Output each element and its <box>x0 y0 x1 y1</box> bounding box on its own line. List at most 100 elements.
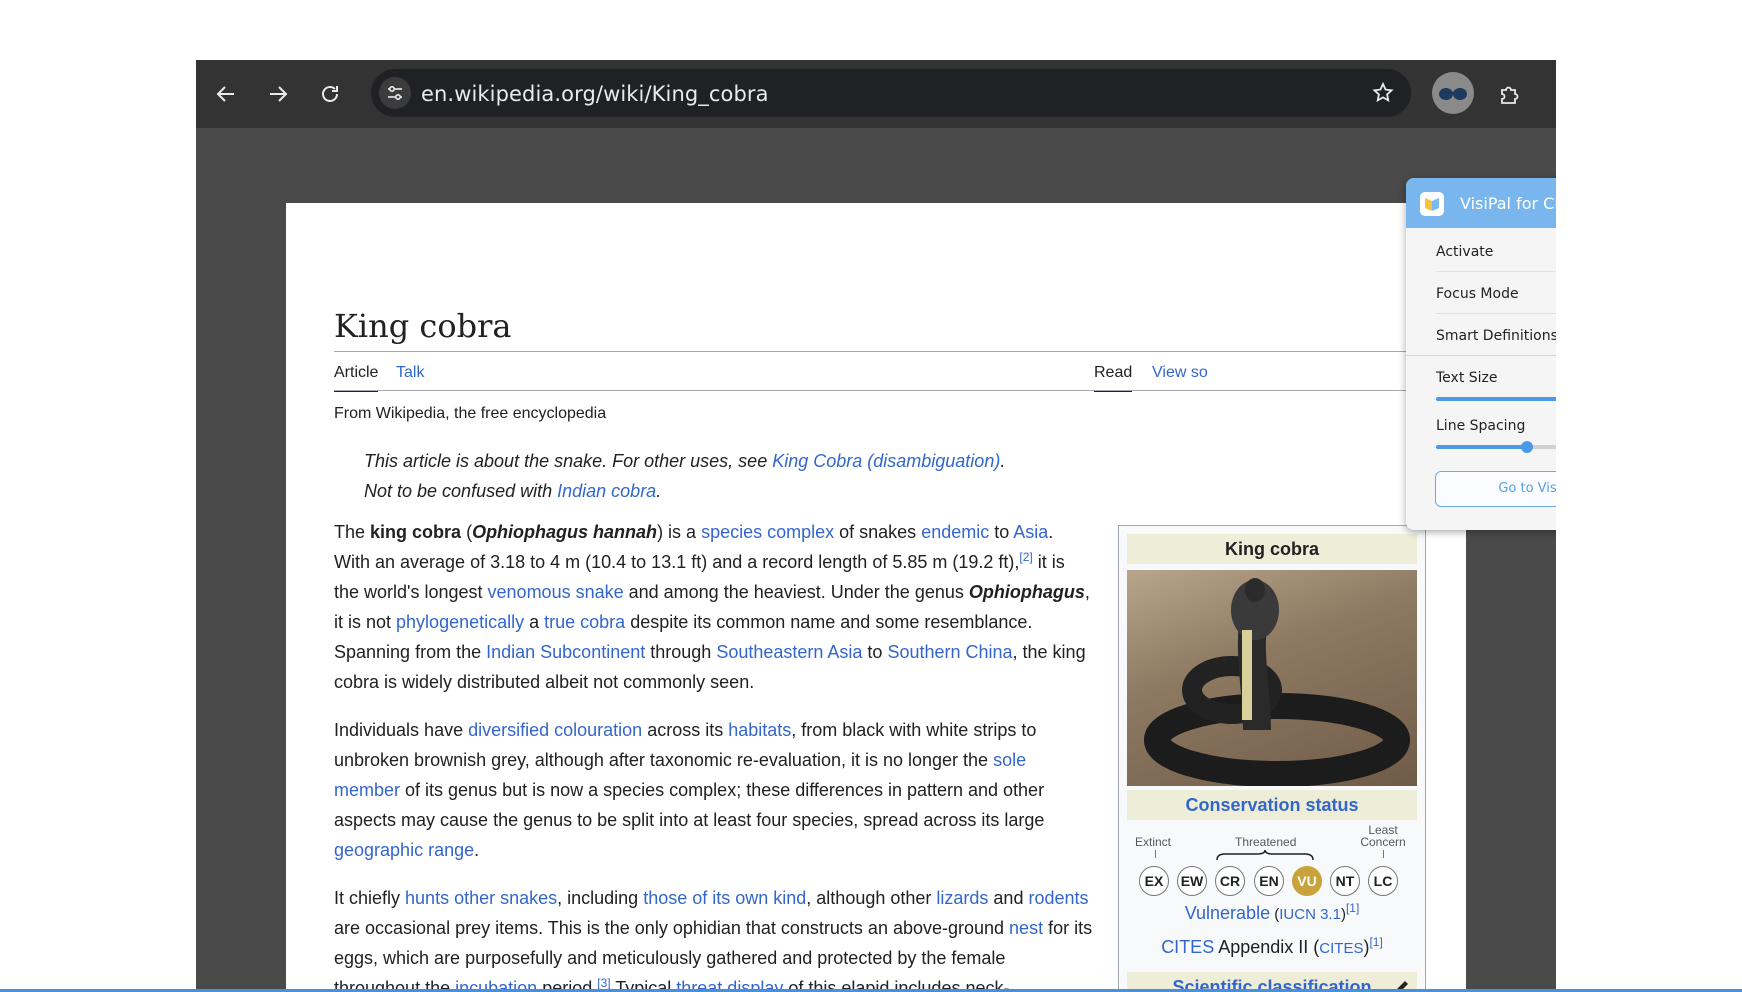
address-bar[interactable]: en.wikipedia.org/wiki/King_cobra <box>371 69 1411 117</box>
tab-article[interactable]: Article <box>334 364 379 392</box>
tabs-divider <box>334 390 1434 391</box>
tab-talk[interactable]: Talk <box>396 364 424 382</box>
cites-ref-link[interactable]: CITES <box>1319 940 1363 957</box>
tagline: From Wikipedia, the free encyclopedia <box>334 405 607 422</box>
article-link[interactable]: Indian Subcontinent <box>486 642 645 662</box>
article-link[interactable]: [2] <box>1019 550 1032 564</box>
article-text: of snakes <box>834 522 922 542</box>
smart-definitions-label: Smart Definitions <box>1436 328 1556 344</box>
focus-mode-label: Focus Mode <box>1436 286 1519 302</box>
indian-cobra-link[interactable]: Indian cobra <box>557 481 656 501</box>
cites-link[interactable]: CITES <box>1161 937 1214 957</box>
article-link[interactable]: nest <box>1009 918 1043 938</box>
tune-icon <box>388 85 402 101</box>
threatened-label: Threatened <box>1235 835 1297 849</box>
popup-divider <box>1406 355 1556 356</box>
article-link[interactable]: lizards <box>936 888 988 908</box>
focus-mode-row: Focus Mode <box>1436 272 1556 314</box>
article-link[interactable]: diversified colouration <box>468 720 642 740</box>
article-link[interactable]: phylogenetically <box>396 612 524 632</box>
article-text: are occasional prey items. This is the o… <box>334 918 1010 938</box>
article-link[interactable]: Asia <box>1013 522 1048 542</box>
article-title: King cobra <box>334 307 512 345</box>
arrow-right-icon <box>270 86 288 102</box>
article-link[interactable]: true cobra <box>544 612 625 632</box>
slider-handle[interactable] <box>1521 441 1534 453</box>
reference-link[interactable]: [1] <box>1369 935 1382 949</box>
reference-link[interactable]: [1] <box>1346 901 1359 915</box>
arrow-left-icon <box>216 86 234 102</box>
king-cobra-photo[interactable] <box>1127 570 1417 786</box>
article-text: Individuals have <box>334 720 469 740</box>
article-text: of its genus but is now a species comple… <box>334 780 1045 830</box>
site-info-button[interactable] <box>379 77 411 109</box>
visipal-popup: VisiPal for Chrome Activate Focus Mode S… <box>1406 178 1556 530</box>
popup-header: VisiPal for Chrome <box>1406 178 1556 228</box>
hatnote: Not to be confused with Indian cobra. <box>364 481 661 502</box>
article-link[interactable]: species complex <box>701 522 834 542</box>
iucn-ex-button[interactable]: EX <box>1139 866 1169 896</box>
visipal-extension-button[interactable] <box>1432 72 1474 114</box>
article-text: king cobra <box>370 522 462 542</box>
iucn-ew-button[interactable]: EW <box>1177 866 1207 896</box>
line-spacing-slider[interactable] <box>1436 441 1556 453</box>
article-link[interactable]: [3] <box>597 976 610 990</box>
article-text: , although other <box>806 888 937 908</box>
article-link[interactable]: geographic range <box>334 840 474 860</box>
vulnerable-link[interactable]: Vulnerable <box>1185 903 1270 923</box>
article-text: The <box>334 522 371 542</box>
visipal-logo-icon <box>1420 192 1444 216</box>
iucn-nt-button[interactable]: NT <box>1330 866 1360 896</box>
wikipedia-page: King cobra Article Talk Read View so Fro… <box>286 203 1466 992</box>
iucn-en-button[interactable]: EN <box>1254 866 1284 896</box>
iucn-vu-button[interactable]: VU <box>1292 866 1322 896</box>
article-paragraph: It chiefly hunts other snakes, including… <box>334 883 1094 992</box>
appendix-text: Appendix II ( <box>1214 937 1320 957</box>
tab-read[interactable]: Read <box>1094 364 1133 392</box>
hatnote-text: . <box>1000 451 1006 471</box>
iucn-cr-button[interactable]: CR <box>1215 866 1245 896</box>
hatnote-text: . <box>656 481 662 501</box>
scale-tick <box>1383 850 1384 858</box>
article-text: to <box>989 522 1014 542</box>
iucn-link[interactable]: IUCN 3.1 <box>1279 906 1341 923</box>
conservation-scale: Extinct Threatened Least Concern EX EW CR… <box>1127 824 1417 896</box>
cites-line: CITES Appendix II (CITES)[1] <box>1119 935 1425 958</box>
article-text: and <box>988 888 1029 908</box>
glasses-icon <box>1439 88 1467 100</box>
disambiguation-link[interactable]: King Cobra (disambiguation) <box>772 451 1000 471</box>
forward-button[interactable] <box>260 76 296 112</box>
bookmark-star-icon[interactable] <box>1371 81 1395 105</box>
article-paragraph: The king cobra (Ophiophagus hannah) is a… <box>334 517 1094 697</box>
article-text: ) is a <box>657 522 702 542</box>
conservation-status-heading[interactable]: Conservation status <box>1127 790 1417 820</box>
article-link[interactable]: venomous snake <box>488 582 624 602</box>
back-button[interactable] <box>208 76 244 112</box>
article-link[interactable]: endemic <box>921 522 989 542</box>
threatened-brace-icon <box>1216 850 1314 861</box>
article-text: across its <box>642 720 729 740</box>
article-link[interactable]: hunts other snakes <box>405 888 557 908</box>
article-link[interactable]: Southeastern Asia <box>716 642 862 662</box>
extensions-button[interactable] <box>1491 76 1527 112</box>
article-link[interactable]: habitats <box>728 720 791 740</box>
least-concern-line2: Concern <box>1360 835 1406 849</box>
article-link[interactable]: Southern China <box>887 642 1012 662</box>
browser-toolbar: en.wikipedia.org/wiki/King_cobra <box>196 60 1556 128</box>
article-link[interactable]: rodents <box>1028 888 1088 908</box>
hatnote-text: This article is about the snake. For oth… <box>364 451 773 471</box>
go-to-visipods-button[interactable]: Go to VisiPods <box>1435 471 1556 507</box>
url-text[interactable]: en.wikipedia.org/wiki/King_cobra <box>421 82 769 106</box>
tab-view-source[interactable]: View so <box>1152 364 1208 382</box>
iucn-lc-button[interactable]: LC <box>1368 866 1398 896</box>
reload-button[interactable] <box>312 76 348 112</box>
least-concern-label: Least Concern <box>1355 824 1411 848</box>
line-spacing-label: Line Spacing <box>1436 418 1526 434</box>
hatnote: This article is about the snake. For oth… <box>364 451 1005 472</box>
article-link[interactable]: those of its own kind <box>643 888 806 908</box>
status-ref-text: ( <box>1270 906 1280 923</box>
text-size-slider[interactable] <box>1436 397 1556 401</box>
infobox-title: King cobra <box>1127 534 1417 564</box>
popup-title: VisiPal for Chrome <box>1460 194 1556 213</box>
activate-row: Activate <box>1436 230 1556 272</box>
